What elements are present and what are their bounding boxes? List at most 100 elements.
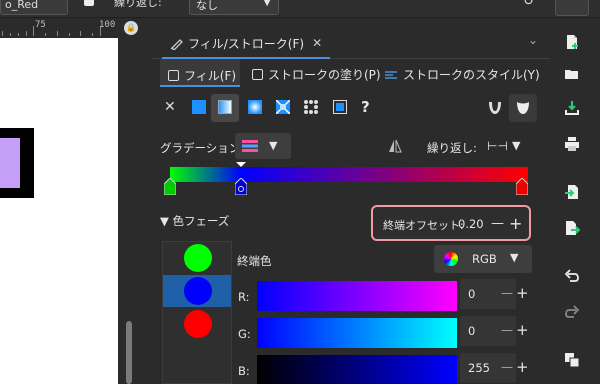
minus-icon[interactable]: —	[501, 360, 513, 374]
stop-swatch-item[interactable]	[163, 308, 231, 340]
stop-square-icon[interactable]	[84, 0, 94, 6]
ruler-tick	[18, 33, 19, 36]
copy-icon[interactable]	[564, 352, 580, 368]
gradient-stop-handle[interactable]	[164, 178, 176, 195]
ruler-label: 75	[35, 20, 46, 30]
canvas-object[interactable]	[0, 128, 34, 198]
color-phase-row: ▼ 色フェーズ 終端オフセット: 0.20 — +	[152, 205, 550, 241]
gradient-preview-icon	[242, 140, 258, 152]
radial-gradient-icon[interactable]	[248, 100, 262, 114]
subtab-stroke-paint[interactable]: ストロークの塗り(P)	[252, 66, 381, 83]
ruler-tick	[26, 31, 27, 36]
unset-paint-icon[interactable]: ?	[361, 100, 375, 115]
subtab-stroke-style[interactable]: ストロークのスタイル(Y)	[384, 66, 540, 83]
top-toolbar: o_Red 繰り返し: なし ▼ ↻	[0, 0, 600, 18]
stop-offset-input[interactable]: 0.20	[458, 217, 484, 231]
no-paint-icon[interactable]: ✕	[164, 100, 178, 114]
pattern-icon[interactable]	[304, 100, 318, 114]
chevron-down-icon: ▼	[510, 251, 519, 264]
fill-rule-nonzero-icon	[517, 102, 529, 114]
channel-row-g: G: 0 — +	[236, 316, 536, 350]
stop-offset-label: 終端オフセット:	[383, 219, 464, 232]
ruler-tick	[92, 33, 93, 36]
lock-icon[interactable]: 🔒	[124, 21, 138, 35]
channel-slider-r[interactable]	[257, 281, 457, 311]
midpoint-marker[interactable]	[234, 162, 248, 168]
pen-icon	[170, 39, 183, 50]
plus-icon[interactable]: +	[516, 321, 529, 339]
canvas-object-fill	[0, 138, 20, 188]
repeat-none-icon[interactable]: ⊢⊣	[487, 139, 508, 153]
linear-gradient-icon[interactable]	[218, 100, 232, 114]
close-icon[interactable]: ✕	[312, 36, 322, 50]
chevron-down-icon[interactable]: ⌄	[528, 33, 538, 47]
tab-title: フィル/ストローク(F)	[188, 36, 305, 51]
new-document-icon[interactable]	[564, 34, 580, 50]
ruler-corner: 🔒	[121, 18, 141, 38]
scrollbar-thumb[interactable]	[126, 321, 132, 384]
chevron-down-icon: ▼	[269, 139, 278, 152]
gradient-stop-handle-selected[interactable]	[235, 178, 247, 195]
mesh-gradient-icon[interactable]	[276, 100, 290, 114]
project-dropdown[interactable]: o_Red	[0, 0, 68, 15]
gradient-row: グラデーション: ▼ 繰り返し: ⊢⊣ ▼	[152, 133, 550, 161]
plus-icon[interactable]: +	[516, 358, 529, 376]
ruler-tick	[2, 31, 3, 36]
reverse-gradient-icon[interactable]	[388, 139, 402, 153]
undo-icon[interactable]	[564, 268, 580, 284]
repeat-label: 繰り返し:	[427, 141, 477, 155]
print-icon[interactable]	[564, 136, 580, 152]
panel-tabbar: フィル/ストローク(F) ✕ ⌄	[152, 25, 550, 59]
import-icon[interactable]	[564, 184, 580, 200]
color-mode-value: RGB	[472, 252, 497, 266]
stop-offset-control: 終端オフセット: 0.20 — +	[371, 205, 531, 241]
repeat-toolbar-dropdown[interactable]: なし ▼	[189, 0, 279, 15]
stop-swatch-item-selected[interactable]	[163, 275, 231, 307]
plus-icon[interactable]: +	[509, 214, 522, 233]
subtab-stroke-paint-label: ストロークの塗り(P)	[268, 68, 381, 82]
chevron-down-icon[interactable]: ▼	[512, 139, 520, 152]
ruler-tick	[80, 31, 81, 36]
color-phase-toggle[interactable]: ▼ 色フェーズ	[160, 213, 229, 229]
open-folder-icon[interactable]	[564, 66, 580, 82]
ruler-label: 100	[99, 20, 116, 30]
redo-icon[interactable]: ↻	[523, 0, 534, 9]
plus-icon[interactable]: +	[516, 284, 529, 302]
stop-swatch-color	[184, 244, 212, 272]
flat-color-icon[interactable]	[192, 100, 206, 114]
chevron-down-icon: ▼	[263, 0, 271, 8]
color-wheel-icon	[444, 252, 458, 266]
gradient-dropdown[interactable]: ▼	[235, 133, 291, 159]
save-icon[interactable]	[564, 100, 580, 116]
tab-fill-stroke[interactable]: フィル/ストローク(F) ✕	[162, 29, 331, 59]
drawing-canvas[interactable]	[0, 38, 118, 384]
stop-swatch-color	[184, 310, 212, 338]
fill-rule-evenodd-icon[interactable]	[487, 100, 503, 116]
fill-type-buttons: ✕ ?	[152, 93, 550, 123]
gradient-preview-bar	[170, 167, 528, 182]
channel-slider-g[interactable]	[257, 318, 457, 348]
redo-icon[interactable]	[564, 304, 580, 320]
ruler-tick	[10, 33, 11, 36]
export-icon[interactable]	[564, 220, 580, 236]
stop-swatch-item[interactable]	[163, 242, 231, 274]
fill-rule-nonzero-button[interactable]	[509, 94, 537, 122]
channel-row-r: R: 0 — +	[236, 279, 536, 313]
channel-slider-b[interactable]	[257, 355, 457, 384]
ruler-tick	[57, 31, 58, 36]
ruler-tick	[45, 33, 46, 36]
color-mode-dropdown[interactable]: RGB ▼	[434, 245, 532, 273]
gradient-stop-handle[interactable]	[516, 178, 528, 195]
minus-icon[interactable]: —	[501, 323, 513, 337]
minus-icon[interactable]: —	[491, 216, 504, 231]
gradient-label: グラデーション:	[160, 141, 245, 155]
vertical-scrollbar[interactable]	[118, 38, 141, 384]
stroke-style-icon	[385, 70, 397, 79]
fill-stroke-panel: フィル/ストローク(F) ✕ ⌄ フィル(F) ストロークの塗り(P) ストロー…	[152, 25, 550, 384]
subtab-stroke-style-label: ストロークのスタイル(Y)	[403, 68, 540, 82]
minus-icon[interactable]: —	[501, 286, 513, 300]
toolbar-button[interactable]	[555, 0, 589, 16]
fill-box-icon	[168, 70, 179, 81]
swatch-icon[interactable]	[333, 100, 347, 114]
subtab-fill[interactable]: フィル(F)	[160, 59, 240, 87]
